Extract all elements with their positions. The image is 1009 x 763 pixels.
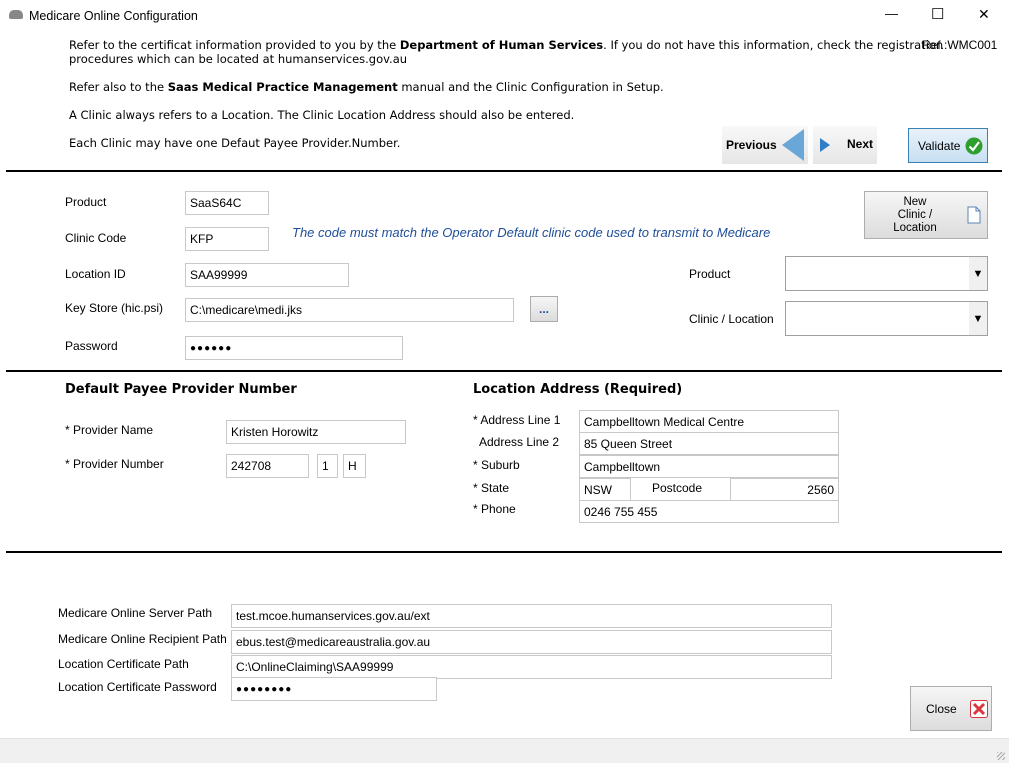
keystore-label: Key Store (hic.psi)	[65, 301, 164, 315]
clinic-location-combo-label: Clinic / Location	[689, 312, 774, 326]
info-bold: Department of Human Services	[399, 38, 604, 52]
recipient-path-field[interactable]: ebus.test@medicareaustralia.gov.au	[231, 630, 832, 654]
state-field[interactable]: NSW	[579, 478, 631, 501]
product-label: Product	[65, 195, 107, 209]
app-icon	[9, 10, 23, 19]
chevron-down-icon: ▼	[969, 257, 987, 290]
suburb-label: * Suburb	[473, 458, 520, 472]
server-path-field[interactable]: test.mcoe.humanservices.gov.au/ext	[231, 604, 832, 628]
address-line2-field[interactable]: 85 Queen Street	[579, 432, 839, 455]
arrow-right-icon	[820, 138, 830, 152]
next-button[interactable]: Next	[813, 126, 877, 164]
next-label: Next	[847, 137, 874, 151]
provider-name-field[interactable]: Kristen Horowitz	[226, 420, 406, 444]
cert-password-label: Location Certificate Password	[58, 680, 217, 694]
server-path-label: Medicare Online Server Path	[58, 606, 213, 620]
status-bar	[0, 738, 1009, 763]
new-clinic-line: New	[903, 196, 927, 208]
clinic-code-field[interactable]: KFP	[185, 227, 269, 251]
close-window-button[interactable]: ✕	[978, 6, 990, 23]
divider-2	[6, 370, 1002, 372]
product-field[interactable]: SaaS64C	[185, 191, 269, 215]
state-label: * State	[473, 481, 510, 495]
info-line-1: Refer to the certificat information prov…	[69, 38, 943, 52]
address-heading: Location Address (Required)	[473, 382, 683, 397]
cert-path-label: Location Certificate Path	[58, 657, 189, 671]
previous-label: Previous	[726, 138, 777, 152]
product-dropdown[interactable]: ▼	[785, 256, 988, 291]
checkmark-icon	[965, 137, 983, 155]
suburb-field[interactable]: Campbelltown	[579, 455, 839, 478]
recipient-path-label: Medicare Online Recipient Path	[58, 632, 227, 646]
new-clinic-line: Location	[893, 222, 937, 234]
previous-button[interactable]: Previous	[722, 126, 808, 164]
address-line2-label: Address Line 2	[479, 435, 560, 449]
cert-password-field[interactable]: ●●●●●●●●	[231, 677, 437, 701]
postcode-field[interactable]: 2560	[730, 478, 839, 501]
provider-name-label: * Provider Name	[65, 423, 154, 437]
divider-3	[6, 551, 1002, 553]
provider-number-field[interactable]: 242708	[226, 454, 309, 478]
phone-field[interactable]: 0246 755 455	[579, 500, 839, 523]
provider-check-digit-field[interactable]: 1	[317, 454, 338, 478]
info-line-4: A Clinic always refers to a Location. Th…	[69, 108, 575, 122]
arrow-left-icon	[782, 129, 804, 161]
window-title: Medicare Online Configuration	[29, 9, 198, 23]
postcode-label: Postcode	[652, 481, 703, 495]
cert-path-field[interactable]: C:\OnlineClaiming\SAA99999	[231, 655, 832, 679]
close-button[interactable]: Close	[910, 686, 992, 731]
info-line-5: Each Clinic may have one Defaut Payee Pr…	[69, 136, 401, 150]
info-line-2: procedures which can be located at human…	[69, 52, 408, 66]
new-clinic-text: New Clinic / Location	[883, 196, 947, 235]
info-text: Refer also to the	[69, 80, 168, 94]
provider-number-label: * Provider Number	[65, 457, 164, 471]
browse-button[interactable]: ...	[530, 296, 558, 322]
maximize-button[interactable]: ☐	[931, 5, 944, 23]
info-text: Refer to the certificat information prov…	[69, 38, 400, 52]
clinic-code-label: Clinic Code	[65, 231, 127, 245]
product-combo-label: Product	[689, 267, 731, 281]
provider-suffix-field[interactable]: H	[343, 454, 366, 478]
address-line1-label: * Address Line 1	[473, 413, 561, 427]
new-clinic-line: Clinic /	[897, 209, 933, 221]
resize-grip-icon[interactable]	[997, 752, 1005, 760]
phone-label: * Phone	[473, 502, 516, 516]
location-id-field[interactable]: SAA99999	[185, 263, 349, 287]
info-text: manual and the Clinic Configuration in S…	[397, 80, 664, 94]
close-x-icon	[970, 700, 988, 718]
chevron-down-icon: ▼	[969, 302, 987, 335]
info-line-3: Refer also to the Saas Medical Practice …	[69, 80, 664, 94]
validate-label: Validate	[918, 138, 961, 153]
validate-button[interactable]: Validate	[908, 128, 988, 163]
reference-code: Ref.:WMC001	[922, 38, 998, 52]
divider-1	[6, 170, 1002, 172]
minimize-button[interactable]: —	[885, 6, 898, 21]
info-bold: Saas Medical Practice Management	[167, 80, 398, 94]
close-label: Close	[926, 701, 957, 716]
new-document-icon	[967, 206, 981, 224]
password-label: Password	[65, 339, 118, 353]
password-field[interactable]: ●●●●●●	[185, 336, 403, 360]
location-id-label: Location ID	[65, 267, 126, 281]
clinic-code-note: The code must match the Operator Default…	[292, 225, 771, 240]
keystore-field[interactable]: C:\medicare\medi.jks	[185, 298, 514, 322]
address-line1-field[interactable]: Campbelltown Medical Centre	[579, 410, 839, 433]
payee-heading: Default Payee Provider Number	[65, 382, 297, 397]
title-bar: Medicare Online Configuration — ☐ ✕	[0, 0, 1009, 31]
new-clinic-location-button[interactable]: New Clinic / Location	[864, 191, 988, 239]
info-text: . If you do not have this information, c…	[603, 38, 944, 52]
clinic-location-dropdown[interactable]: ▼	[785, 301, 988, 336]
